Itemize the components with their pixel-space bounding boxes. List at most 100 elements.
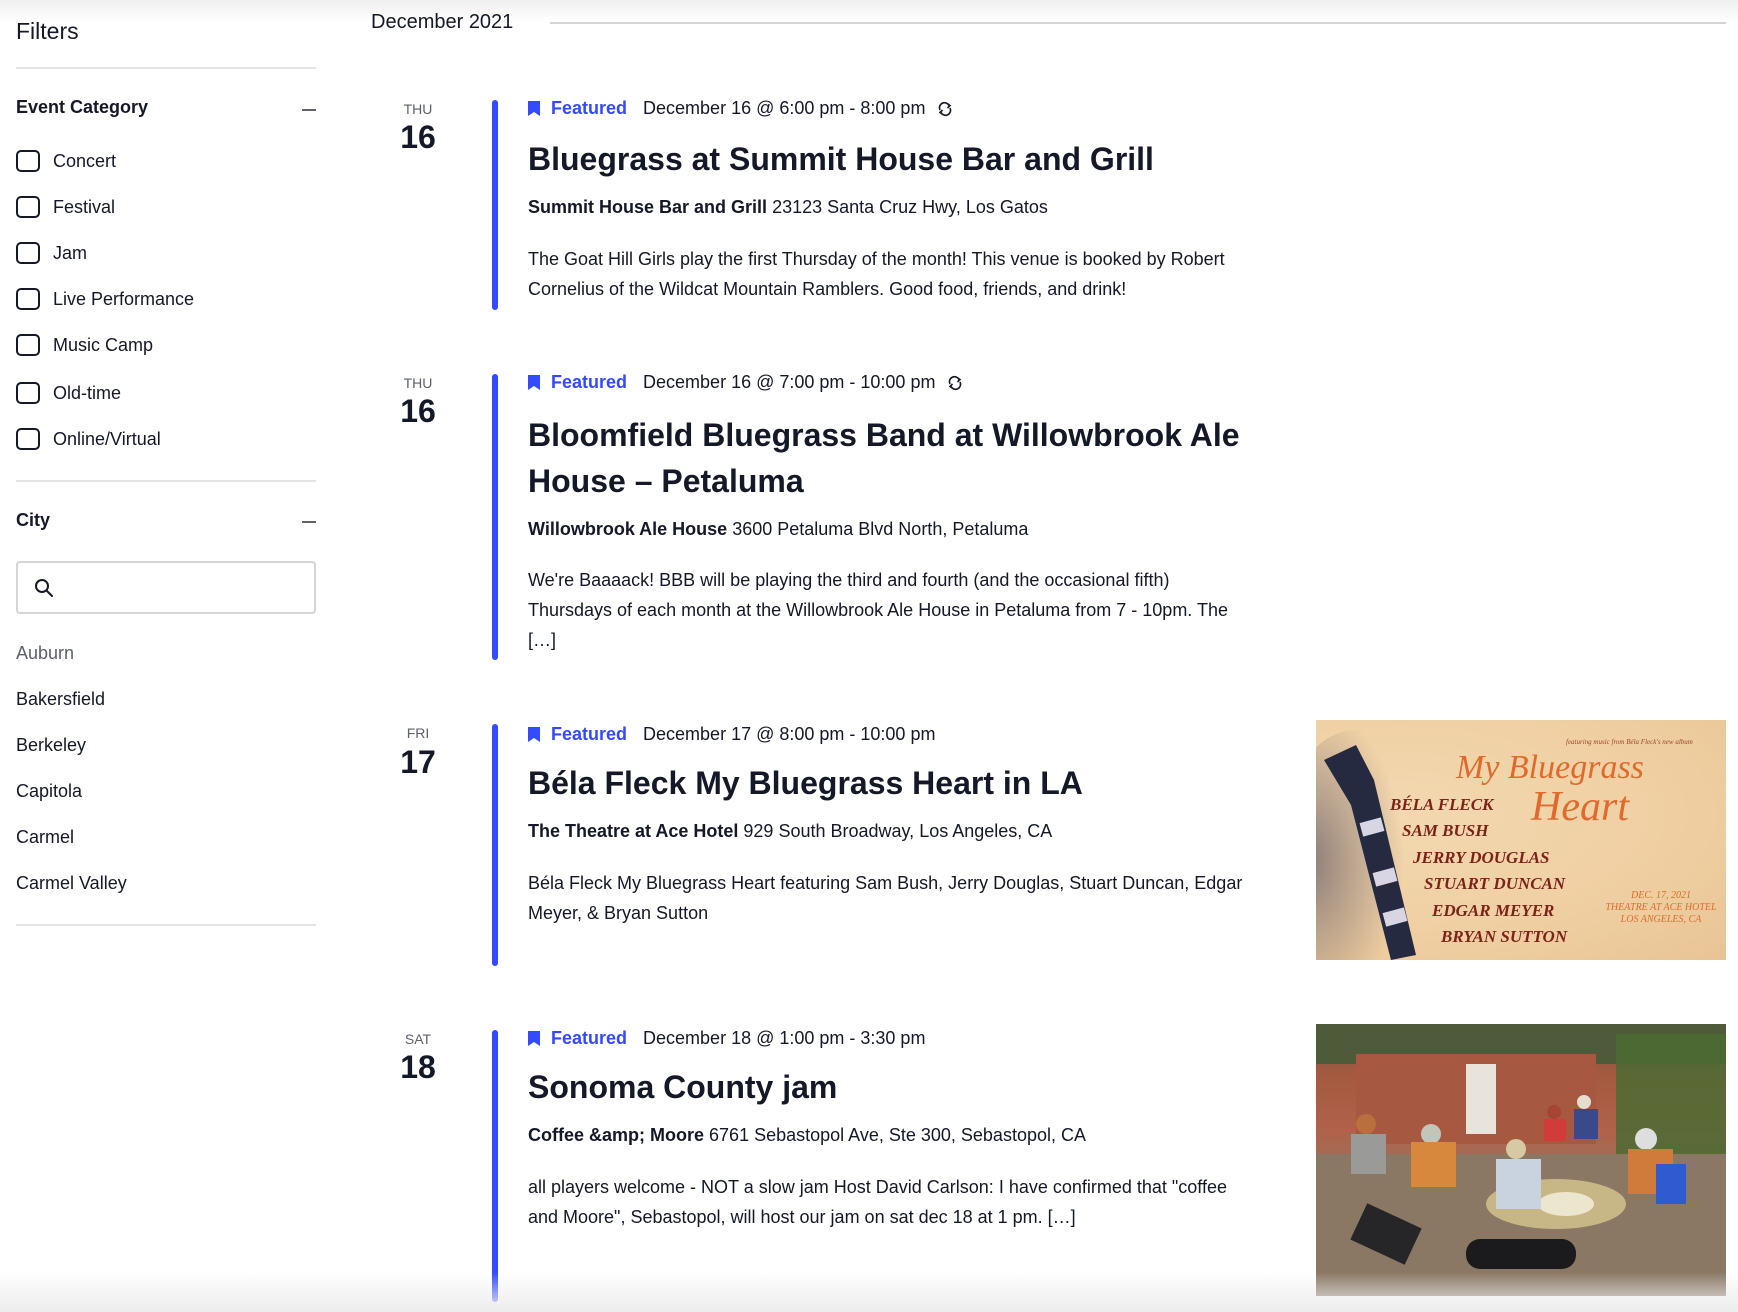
event-day-number: 17 [400, 744, 436, 780]
top-scroll-fade [0, 0, 1738, 22]
featured-bar [492, 724, 498, 966]
minus-icon[interactable] [302, 109, 316, 111]
recurring-icon[interactable] [947, 375, 963, 391]
poster-artwork: featuring music from Béla Fleck's new al… [1316, 730, 1717, 960]
venue-name: The Theatre at Ace Hotel [528, 821, 739, 841]
city-item-berkeley[interactable]: Berkeley [16, 735, 86, 756]
event-meta: Featured December 17 @ 8:00 pm - 10:00 p… [528, 724, 935, 745]
category-option-jam[interactable]: Jam [16, 238, 87, 268]
venue-name: Summit House Bar and Grill [528, 197, 768, 217]
poster-performer: BÉLA FLECK [1389, 795, 1495, 814]
featured-badge: Featured [551, 1028, 628, 1048]
bookmark-flag-icon [528, 101, 540, 116]
jam-photo [1316, 1024, 1726, 1296]
checkbox-label: Concert [53, 150, 117, 171]
featured-badge: Featured [551, 724, 628, 744]
poster-info: LOS ANGELES, CA [1620, 914, 1703, 925]
poster-info: DEC. 17, 2021 [1630, 890, 1691, 901]
category-option-festival[interactable]: Festival [16, 192, 115, 222]
checkbox-label: Jam [53, 242, 88, 263]
featured-bar [492, 100, 498, 310]
checkbox-label: Online/Virtual [53, 428, 161, 449]
checkbox[interactable] [16, 382, 40, 404]
category-option-music-camp[interactable]: Music Camp [16, 330, 153, 360]
event-description: Béla Fleck My Bluegrass Heart featuring … [528, 873, 1243, 923]
event-meta: Featured December 18 @ 1:00 pm - 3:30 pm [528, 1028, 925, 1049]
category-option-concert[interactable]: Concert [16, 146, 116, 176]
category-option-live-performance[interactable]: Live Performance [16, 284, 194, 314]
event-title-link[interactable]: Bloomfield Bluegrass Band at Willowbrook… [528, 412, 1258, 504]
event-day-of-week: THU [403, 101, 433, 117]
city-item-carmel-valley[interactable]: Carmel Valley [16, 873, 127, 894]
city-item-auburn[interactable]: Auburn [16, 643, 74, 664]
poster-performer: JERRY DOUGLAS [1412, 848, 1550, 867]
poster-info: THEATRE AT ACE HOTEL [1605, 902, 1717, 913]
event-day-number: 16 [400, 119, 436, 155]
event-datetime: December 17 @ 8:00 pm - 10:00 pm [643, 724, 936, 744]
divider [16, 480, 316, 482]
event-featured-image[interactable] [1316, 1024, 1726, 1296]
minus-icon[interactable] [302, 521, 316, 523]
checkbox[interactable] [16, 196, 40, 218]
checkbox[interactable] [16, 288, 40, 310]
checkbox[interactable] [16, 242, 40, 264]
checkbox[interactable] [16, 428, 40, 450]
event-venue: Willowbrook Ale House 3600 Petaluma Blvd… [528, 519, 1028, 540]
venue-address: 929 South Broadway, Los Angeles, CA [743, 821, 1053, 841]
checkbox-label: Live Performance [53, 288, 195, 309]
event-title-link[interactable]: Sonoma County jam [528, 1064, 1258, 1110]
event-title-link[interactable]: Bluegrass at Summit House Bar and Grill [528, 136, 1258, 182]
city-heading: City [16, 510, 51, 530]
featured-bar [492, 1030, 498, 1302]
poster-performer: SAM BUSH [1402, 821, 1489, 840]
event-description: The Goat Hill Girls play the first Thurs… [528, 249, 1225, 299]
divider [16, 924, 316, 926]
venue-address: 23123 Santa Cruz Hwy, Los Gatos [772, 197, 1048, 217]
event-title-link[interactable]: Béla Fleck My Bluegrass Heart in LA [528, 760, 1258, 806]
event-day-number: 16 [400, 393, 436, 429]
featured-badge: Featured [551, 372, 628, 392]
event-datetime: December 16 @ 7:00 pm - 10:00 pm [643, 372, 936, 392]
event-description: We're Baaaack! BBB will be playing the t… [528, 570, 1229, 650]
checkbox-label: Music Camp [53, 334, 154, 355]
checkbox[interactable] [16, 334, 40, 356]
poster-script-line2: Heart [1530, 784, 1630, 830]
poster-performer: BRYAN SUTTON [1440, 927, 1568, 946]
featured-badge: Featured [551, 98, 628, 118]
event-meta: Featured December 16 @ 7:00 pm - 10:00 p… [528, 372, 963, 393]
divider [16, 67, 316, 69]
filters-title: Filters [16, 18, 79, 44]
poster-performer: EDGAR MEYER [1431, 901, 1554, 920]
bookmark-flag-icon [528, 1031, 540, 1046]
venue-name: Willowbrook Ale House [528, 519, 728, 539]
city-item-bakersfield[interactable]: Bakersfield [16, 689, 105, 710]
checkbox-label: Old-time [53, 382, 122, 403]
month-separator-label: December 2021 [371, 11, 514, 33]
city-item-carmel[interactable]: Carmel [16, 827, 74, 848]
venue-name: Coffee &amp; Moore [528, 1125, 705, 1145]
recurring-icon[interactable] [937, 101, 953, 117]
event-featured-image[interactable]: featuring music from Béla Fleck's new al… [1316, 720, 1726, 960]
event-meta: Featured December 16 @ 6:00 pm - 8:00 pm [528, 98, 953, 119]
bookmark-flag-icon [528, 375, 540, 390]
checkbox[interactable] [16, 150, 40, 172]
event-venue: Summit House Bar and Grill 23123 Santa C… [528, 197, 1048, 218]
event-day-of-week: SAT [404, 1031, 432, 1047]
poster-tagline: featuring music from Béla Fleck's new al… [1566, 738, 1693, 746]
event-venue: Coffee &amp; Moore 6761 Sebastopol Ave, … [528, 1125, 1086, 1146]
month-separator-line [550, 22, 1726, 24]
city-search-input[interactable] [66, 571, 310, 607]
event-datetime: December 18 @ 1:00 pm - 3:30 pm [643, 1028, 926, 1048]
bookmark-flag-icon [528, 727, 540, 742]
category-option-old-time[interactable]: Old-time [16, 378, 121, 408]
event-day-number: 18 [400, 1049, 436, 1085]
category-option-online-virtual[interactable]: Online/Virtual [16, 424, 161, 454]
city-search-box[interactable] [16, 561, 316, 614]
city-item-capitola[interactable]: Capitola [16, 781, 82, 802]
search-icon [35, 579, 53, 597]
venue-address: 6761 Sebastopol Ave, Ste 300, Sebastopol… [709, 1125, 1086, 1145]
event-venue: The Theatre at Ace Hotel 929 South Broad… [528, 821, 1052, 842]
venue-address: 3600 Petaluma Blvd North, Petaluma [732, 519, 1029, 539]
event-category-heading: Event Category [16, 97, 149, 117]
poster-script-line1: My Bluegrass [1455, 749, 1644, 786]
